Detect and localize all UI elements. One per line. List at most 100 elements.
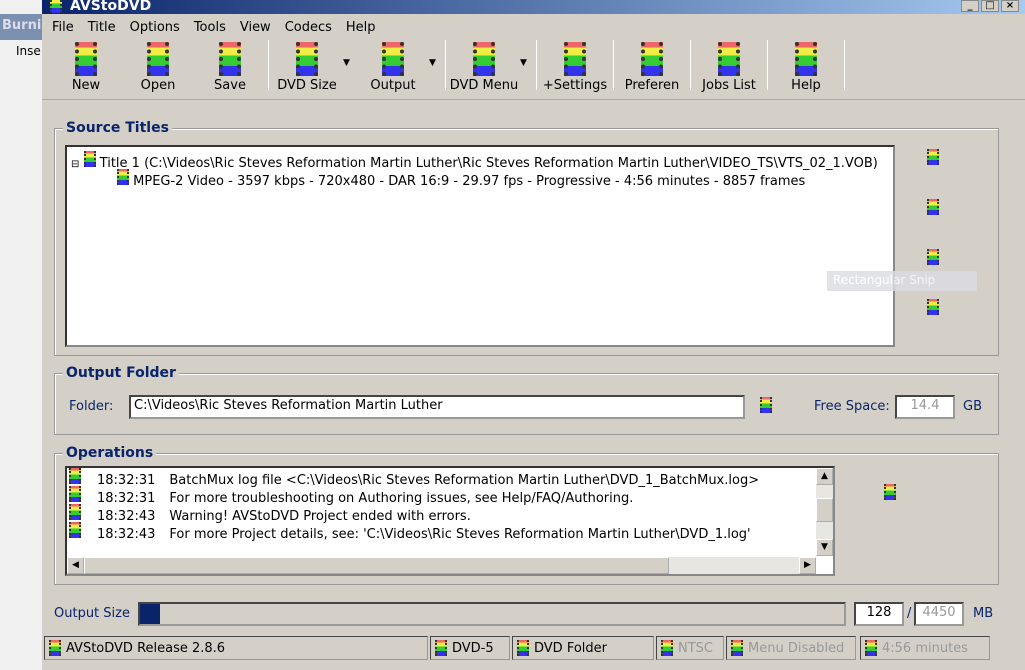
toolbar-help-button[interactable]: Help xyxy=(770,40,842,93)
clear-log-button[interactable] xyxy=(884,484,896,500)
menu-tools[interactable]: Tools xyxy=(194,20,226,35)
edit-title-button[interactable] xyxy=(927,199,939,215)
toolbar-separator xyxy=(445,40,446,90)
snip-overlay: Rectangular Snip xyxy=(827,271,977,291)
toolbar-label: Open xyxy=(140,78,176,93)
folder-input[interactable]: C:\Videos\Ric Steves Reformation Martin … xyxy=(129,395,745,419)
operations-log[interactable]: 18:32:31 BatchMux log file <C:\Videos\Ric… xyxy=(65,466,835,576)
chevron-down-icon[interactable]: ▼ xyxy=(520,40,534,68)
output-size-max: 4450 xyxy=(914,602,964,626)
status-text: DVD Folder xyxy=(534,640,607,656)
status-text: NTSC xyxy=(678,640,713,656)
operations-group: Operations 18:32:31 BatchMux log file <C:… xyxy=(54,445,999,585)
film-icon xyxy=(382,42,404,76)
film-icon xyxy=(219,42,241,76)
toolbar-dvd-menu-button[interactable]: DVD Menu xyxy=(448,40,520,93)
film-icon xyxy=(435,640,447,656)
toolbar-separator xyxy=(613,40,614,90)
collapse-icon[interactable]: ⊟ xyxy=(71,159,79,170)
free-space-value: 14.4 xyxy=(895,395,955,419)
background-menu-insert: Inse xyxy=(16,44,41,58)
move-title-button[interactable] xyxy=(927,249,939,265)
status-text: AVStoDVD Release 2.8.6 xyxy=(66,640,226,656)
toolbar: New Open Save DVD Size ▼ Output ▼ DVD Menu ▼ +Set… xyxy=(42,40,1025,100)
status-text: 4:56 minutes xyxy=(882,640,968,656)
log-entry: 18:32:43 For more Project details, see: '… xyxy=(69,522,751,542)
vertical-scrollbar[interactable]: ▲ ▼ xyxy=(816,468,833,556)
horizontal-scroll-thumb[interactable] xyxy=(84,557,669,574)
toolbar-jobs-list-button[interactable]: Jobs List xyxy=(693,40,765,93)
output-folder-heading: Output Folder xyxy=(63,365,179,381)
log-entry: 18:32:31 BatchMux log file <C:\Videos\Ric… xyxy=(69,468,759,488)
menu-title[interactable]: Title xyxy=(88,20,116,35)
status-panel: AVStoDVD Release 2.8.6 xyxy=(44,636,428,660)
status-panel: DVD-5 xyxy=(430,636,510,660)
status-panel: 4:56 minutes xyxy=(860,636,990,660)
toolbar-separator xyxy=(690,40,691,90)
log-time: 18:32:43 xyxy=(97,527,156,542)
add-title-button[interactable] xyxy=(927,149,939,165)
maximize-button[interactable]: □ xyxy=(981,0,999,12)
film-icon xyxy=(473,42,495,76)
output-size-progress xyxy=(138,602,846,626)
menu-file[interactable]: File xyxy=(52,20,74,35)
scroll-up-button[interactable]: ▲ xyxy=(816,468,833,485)
remove-title-button[interactable] xyxy=(927,299,939,315)
chevron-down-icon[interactable]: ▼ xyxy=(343,40,357,68)
menu-options[interactable]: Options xyxy=(130,20,180,35)
horizontal-scrollbar[interactable]: ◀ ▶ xyxy=(67,557,816,574)
toolbar-separator xyxy=(844,40,845,90)
toolbar-separator xyxy=(536,40,537,90)
status-text: Menu Disabled xyxy=(748,640,845,656)
toolbar-save-button[interactable]: Save xyxy=(194,40,266,93)
film-icon xyxy=(865,640,877,656)
toolbar-label: Help xyxy=(791,78,821,93)
tree-item-title-1[interactable]: ⊟ Title 1 (C:\Videos\Ric Steves Reformat… xyxy=(71,151,878,171)
title-bar: AVStoDVD _ □ × xyxy=(42,0,1025,14)
scroll-left-button[interactable]: ◀ xyxy=(67,557,84,574)
source-titles-heading: Source Titles xyxy=(63,120,172,136)
output-size-current: 128 xyxy=(854,602,904,626)
film-icon xyxy=(69,522,81,538)
toolbar-label: Preferen xyxy=(624,78,680,93)
free-space-label: Free Space: xyxy=(814,399,890,414)
menu-codecs[interactable]: Codecs xyxy=(285,20,332,35)
film-icon xyxy=(83,151,96,167)
minimize-button[interactable]: _ xyxy=(961,0,979,12)
film-icon xyxy=(564,42,586,76)
scroll-down-button[interactable]: ▼ xyxy=(816,539,833,556)
background-window xyxy=(0,0,42,670)
toolbar-preferen-button[interactable]: Preferen xyxy=(616,40,688,93)
scroll-right-button[interactable]: ▶ xyxy=(799,557,816,574)
output-size-unit: MB xyxy=(973,606,994,621)
output-folder-group: Output Folder Folder: C:\Videos\Ric Stev… xyxy=(54,365,999,435)
output-size-label: Output Size xyxy=(54,606,130,621)
status-panel: Menu Disabled xyxy=(726,636,856,660)
toolbar--settings-button[interactable]: +Settings xyxy=(539,40,611,93)
source-tree[interactable]: ⊟ Title 1 (C:\Videos\Ric Steves Reformat… xyxy=(65,145,895,347)
log-text: For more Project details, see: 'C:\Video… xyxy=(169,527,751,542)
film-icon xyxy=(147,42,169,76)
chevron-down-icon[interactable]: ▼ xyxy=(429,40,443,68)
browse-folder-button[interactable] xyxy=(760,397,772,413)
menu-help[interactable]: Help xyxy=(346,20,376,35)
avstodvd-window: AVStoDVD _ □ × File Title Options Tools View Co… xyxy=(42,0,1025,670)
menu-bar: File Title Options Tools View Codecs Help xyxy=(42,14,1025,40)
toolbar-label: Jobs List xyxy=(702,78,756,93)
toolbar-open-button[interactable]: Open xyxy=(122,40,194,93)
menu-view[interactable]: View xyxy=(240,20,271,35)
toolbar-output-button[interactable]: Output xyxy=(357,40,429,93)
close-button[interactable]: × xyxy=(1001,0,1019,12)
vertical-scroll-thumb[interactable] xyxy=(816,498,833,522)
film-icon xyxy=(49,640,61,656)
tree-item-video-stream[interactable]: MPEG-2 Video - 3597 kbps - 720x480 - DAR… xyxy=(117,169,805,189)
status-text: DVD-5 xyxy=(452,640,494,656)
toolbar-dvd-size-button[interactable]: DVD Size xyxy=(271,40,343,93)
app-icon xyxy=(50,0,62,13)
toolbar-label: Save xyxy=(214,78,246,93)
film-icon xyxy=(718,42,740,76)
toolbar-new-button[interactable]: New xyxy=(50,40,122,93)
film-icon xyxy=(69,504,81,520)
film-icon xyxy=(69,486,81,502)
source-titles-group: Source Titles ⊟ Title 1 (C:\Videos\Ric S… xyxy=(54,120,999,356)
